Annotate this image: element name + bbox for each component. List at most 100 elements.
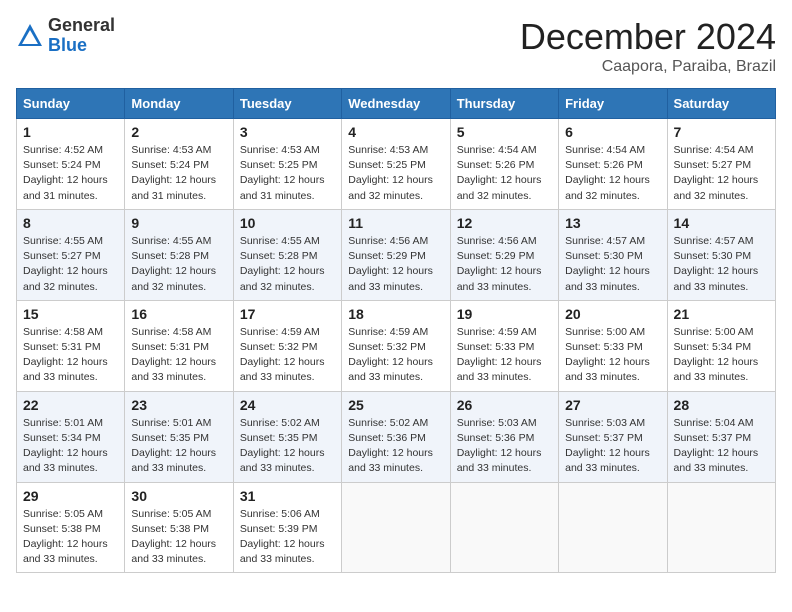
- calendar-week-row: 29 Sunrise: 5:05 AMSunset: 5:38 PMDayligh…: [17, 482, 776, 573]
- calendar-cell: 1 Sunrise: 4:52 AMSunset: 5:24 PMDaylight…: [17, 119, 125, 210]
- day-info: Sunrise: 4:59 AMSunset: 5:32 PMDaylight:…: [240, 325, 335, 386]
- day-number: 21: [674, 306, 769, 322]
- calendar-cell: 11 Sunrise: 4:56 AMSunset: 5:29 PMDayligh…: [342, 209, 450, 300]
- day-number: 26: [457, 397, 552, 413]
- calendar-cell: 20 Sunrise: 5:00 AMSunset: 5:33 PMDayligh…: [559, 300, 667, 391]
- calendar-cell: [559, 482, 667, 573]
- day-number: 6: [565, 124, 660, 140]
- day-number: 17: [240, 306, 335, 322]
- day-info: Sunrise: 5:02 AMSunset: 5:36 PMDaylight:…: [348, 416, 443, 477]
- calendar-cell: 14 Sunrise: 4:57 AMSunset: 5:30 PMDayligh…: [667, 209, 775, 300]
- logo: General Blue: [16, 16, 115, 56]
- weekday-header: Sunday: [17, 89, 125, 119]
- calendar-cell: 15Sunrise: 4:58 AMSunset: 5:31 PMDayligh…: [17, 300, 125, 391]
- day-number: 1: [23, 124, 118, 140]
- day-number: 30: [131, 488, 226, 504]
- day-number: 28: [674, 397, 769, 413]
- day-info: Sunrise: 4:58 AMSunset: 5:31 PMDaylight:…: [131, 325, 226, 386]
- day-info: Sunrise: 5:01 AMSunset: 5:34 PMDaylight:…: [23, 416, 118, 477]
- calendar-cell: 31 Sunrise: 5:06 AMSunset: 5:39 PMDayligh…: [233, 482, 341, 573]
- day-number: 2: [131, 124, 226, 140]
- day-number: 19: [457, 306, 552, 322]
- weekday-header: Tuesday: [233, 89, 341, 119]
- calendar-cell: 27Sunrise: 5:03 AMSunset: 5:37 PMDayligh…: [559, 391, 667, 482]
- weekday-header: Friday: [559, 89, 667, 119]
- weekday-header: Monday: [125, 89, 233, 119]
- calendar-cell: 30 Sunrise: 5:05 AMSunset: 5:38 PMDayligh…: [125, 482, 233, 573]
- day-number: 15: [23, 306, 118, 322]
- month-title: December 2024: [520, 16, 776, 58]
- day-info: Sunrise: 4:59 AMSunset: 5:32 PMDaylight:…: [348, 325, 443, 386]
- day-number: 13: [565, 215, 660, 231]
- calendar-cell: 24Sunrise: 5:02 AMSunset: 5:35 PMDayligh…: [233, 391, 341, 482]
- day-info: Sunrise: 5:05 AMSunset: 5:38 PMDaylight:…: [131, 507, 226, 568]
- day-info: Sunrise: 5:03 AMSunset: 5:36 PMDaylight:…: [457, 416, 552, 477]
- day-number: 20: [565, 306, 660, 322]
- day-info: Sunrise: 5:04 AMSunset: 5:37 PMDaylight:…: [674, 416, 769, 477]
- day-number: 5: [457, 124, 552, 140]
- calendar-week-row: 22 Sunrise: 5:01 AMSunset: 5:34 PMDayligh…: [17, 391, 776, 482]
- calendar-cell: 4Sunrise: 4:53 AMSunset: 5:25 PMDaylight…: [342, 119, 450, 210]
- calendar-cell: 7Sunrise: 4:54 AMSunset: 5:27 PMDaylight…: [667, 119, 775, 210]
- day-number: 29: [23, 488, 118, 504]
- calendar-cell: 26 Sunrise: 5:03 AMSunset: 5:36 PMDayligh…: [450, 391, 558, 482]
- day-number: 27: [565, 397, 660, 413]
- day-info: Sunrise: 4:53 AMSunset: 5:24 PMDaylight:…: [131, 143, 226, 204]
- calendar-cell: 2 Sunrise: 4:53 AMSunset: 5:24 PMDaylight…: [125, 119, 233, 210]
- calendar-week-row: 15 Sunrise: 4:58 AMSunset: 5:31 PMDayligh…: [17, 300, 776, 391]
- calendar-week-row: 8Sunrise: 4:55 AMSunset: 5:27 PMDaylight…: [17, 209, 776, 300]
- calendar-cell: [667, 482, 775, 573]
- calendar-cell: 16 Sunrise: 4:58 AMSunset: 5:31 PMDayligh…: [125, 300, 233, 391]
- day-info: Sunrise: 5:02 AMSunset: 5:35 PMDaylight:…: [240, 416, 335, 477]
- day-info: Sunrise: 4:56 AMSunset: 5:29 PMDaylight:…: [348, 234, 443, 295]
- calendar-cell: 10 Sunrise: 4:55 AMSunset: 5:28 PMDayligh…: [233, 209, 341, 300]
- day-info: Sunrise: 4:54 AMSunset: 5:27 PMDaylight:…: [674, 143, 769, 204]
- logo-icon: [16, 22, 44, 50]
- calendar-cell: [450, 482, 558, 573]
- calendar-table: SundayMondayTuesdayWednesdayThursdayFrid…: [16, 88, 776, 573]
- calendar-body: 1 Sunrise: 4:52 AMSunset: 5:24 PMDaylight…: [17, 119, 776, 573]
- calendar-cell: 25 Sunrise: 5:02 AMSunset: 5:36 PMDayligh…: [342, 391, 450, 482]
- day-info: Sunrise: 5:00 AMSunset: 5:34 PMDaylight:…: [674, 325, 769, 386]
- logo-text: General Blue: [48, 16, 115, 56]
- day-number: 11: [348, 215, 443, 231]
- day-number: 9: [131, 215, 226, 231]
- day-info: Sunrise: 4:53 AMSunset: 5:25 PMDaylight:…: [348, 143, 443, 204]
- weekday-row: SundayMondayTuesdayWednesdayThursdayFrid…: [17, 89, 776, 119]
- day-number: 10: [240, 215, 335, 231]
- calendar-week-row: 1 Sunrise: 4:52 AMSunset: 5:24 PMDaylight…: [17, 119, 776, 210]
- day-number: 3: [240, 124, 335, 140]
- day-number: 14: [674, 215, 769, 231]
- day-number: 8: [23, 215, 118, 231]
- weekday-header: Thursday: [450, 89, 558, 119]
- weekday-header: Wednesday: [342, 89, 450, 119]
- day-number: 22: [23, 397, 118, 413]
- calendar-header: SundayMondayTuesdayWednesdayThursdayFrid…: [17, 89, 776, 119]
- logo-blue: Blue: [48, 35, 87, 55]
- calendar-cell: [342, 482, 450, 573]
- day-info: Sunrise: 5:01 AMSunset: 5:35 PMDaylight:…: [131, 416, 226, 477]
- day-info: Sunrise: 5:05 AMSunset: 5:38 PMDaylight:…: [23, 507, 118, 568]
- calendar-cell: 9 Sunrise: 4:55 AMSunset: 5:28 PMDaylight…: [125, 209, 233, 300]
- calendar-cell: 3Sunrise: 4:53 AMSunset: 5:25 PMDaylight…: [233, 119, 341, 210]
- day-info: Sunrise: 4:56 AMSunset: 5:29 PMDaylight:…: [457, 234, 552, 295]
- day-info: Sunrise: 4:57 AMSunset: 5:30 PMDaylight:…: [674, 234, 769, 295]
- day-info: Sunrise: 4:55 AMSunset: 5:28 PMDaylight:…: [240, 234, 335, 295]
- calendar-cell: 18 Sunrise: 4:59 AMSunset: 5:32 PMDayligh…: [342, 300, 450, 391]
- day-number: 18: [348, 306, 443, 322]
- title-block: December 2024 Caapora, Paraiba, Brazil: [520, 16, 776, 76]
- day-number: 25: [348, 397, 443, 413]
- page-header: General Blue December 2024 Caapora, Para…: [16, 16, 776, 76]
- calendar-cell: 13Sunrise: 4:57 AMSunset: 5:30 PMDayligh…: [559, 209, 667, 300]
- weekday-header: Saturday: [667, 89, 775, 119]
- day-info: Sunrise: 5:06 AMSunset: 5:39 PMDaylight:…: [240, 507, 335, 568]
- day-info: Sunrise: 5:00 AMSunset: 5:33 PMDaylight:…: [565, 325, 660, 386]
- day-number: 31: [240, 488, 335, 504]
- calendar-cell: 12 Sunrise: 4:56 AMSunset: 5:29 PMDayligh…: [450, 209, 558, 300]
- calendar-cell: 28 Sunrise: 5:04 AMSunset: 5:37 PMDayligh…: [667, 391, 775, 482]
- calendar-cell: 8Sunrise: 4:55 AMSunset: 5:27 PMDaylight…: [17, 209, 125, 300]
- day-info: Sunrise: 4:55 AMSunset: 5:28 PMDaylight:…: [131, 234, 226, 295]
- day-number: 12: [457, 215, 552, 231]
- day-info: Sunrise: 4:52 AMSunset: 5:24 PMDaylight:…: [23, 143, 118, 204]
- day-number: 16: [131, 306, 226, 322]
